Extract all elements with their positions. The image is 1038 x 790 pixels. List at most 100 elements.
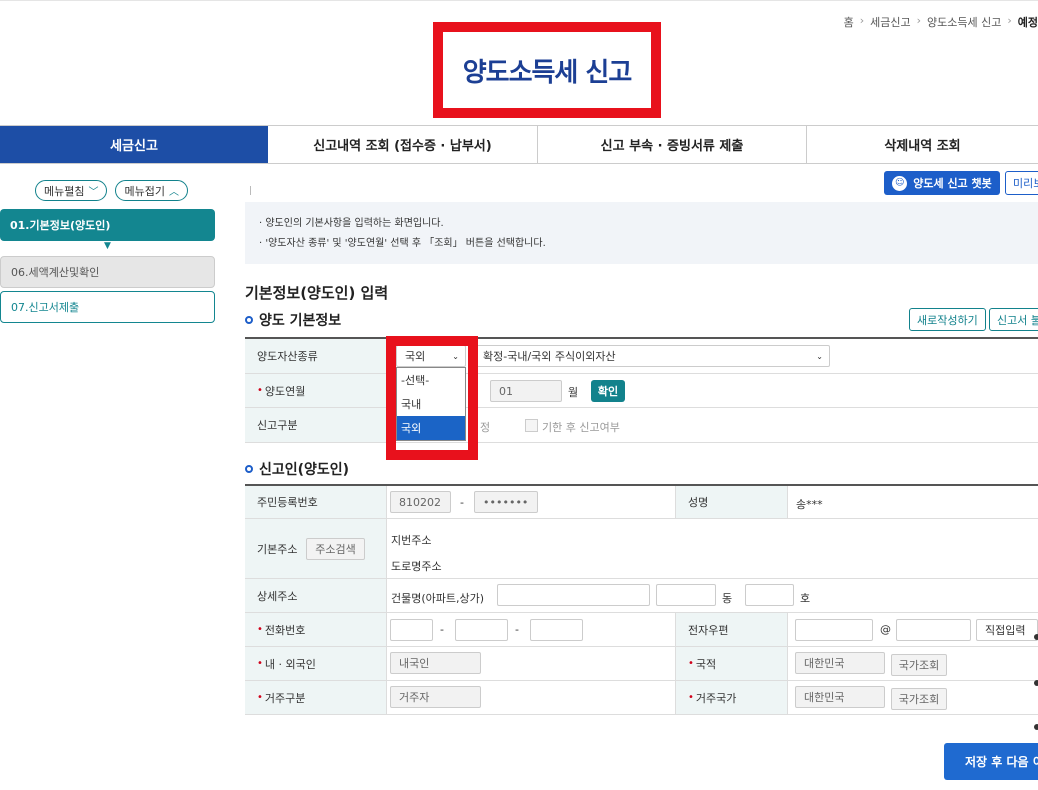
email-domain-input[interactable] [896,619,971,641]
scroll-indicator-dot [1034,680,1038,686]
chatbot-label: 양도세 신고 챗봇 [913,177,992,190]
notice-line: · 양도인의 기본사항을 입력하는 화면입니다. [259,218,444,229]
email-direct-select[interactable]: 직접입력 [976,619,1038,641]
phone-dash: - [440,623,444,636]
name-label: 성명 [675,486,788,518]
nationality-type-input[interactable]: 내국인 [390,652,481,674]
breadcrumb-separator-icon: › [859,14,865,27]
scroll-indicator-dot [1034,724,1038,730]
tab-report-history[interactable]: 신고내역 조회 (접수증 · 납부서) [268,126,538,163]
confirm-button[interactable]: 확인 [591,380,625,402]
residence-label: • 거주구분 [245,681,387,714]
road-address-label: 도로명주소 [391,560,442,573]
breadcrumb-capital-gains[interactable]: 양도소득세 신고 [927,14,1001,30]
basic-info-heading: 양도 기본정보 [245,310,341,330]
late-report-label: 기한 후 신고여부 [542,421,620,434]
reporter-table: 주민등록번호 810202 - ••••••• 성명 송*** 기본주소 주소검… [245,484,1038,715]
menu-expand-button[interactable]: 메뉴펼침 ﹀ [35,180,108,201]
table-row: 양도자산종류 국외 ⌄ 확정-국내/국외 주식이외자산 ⌄ [245,339,1038,374]
phone-label: • 전화번호 [245,613,387,646]
bullet-circle-icon [245,316,253,324]
rrn-dash: - [460,496,464,509]
jibun-address-label: 지번주소 [391,534,432,547]
page-title: 양도소득세 신고 [462,57,632,88]
table-row: • 거주구분 거주자 • 거주국가 대한민국 국가조회 [245,681,1038,715]
chatbot-icon: ☺ [892,175,908,191]
rrn-label: 주민등록번호 [245,486,387,518]
tab-attachments[interactable]: 신고 부속 · 증빙서류 제출 [538,126,807,163]
breadcrumb-tax-report[interactable]: 세금신고 [870,14,910,30]
month-unit: 월 [568,386,579,399]
month-input[interactable]: 01 [490,380,562,402]
email-id-input[interactable] [795,619,873,641]
section-title: 기본정보(양도인) 입력 [245,284,389,302]
rrn-back-input[interactable]: ••••••• [474,491,538,513]
phone-part1-input[interactable] [390,619,433,641]
breadcrumb-home[interactable]: 홈 [844,14,854,30]
address-search-button[interactable]: 주소검색 [306,538,365,560]
breadcrumb-current: 예정 [1017,16,1038,29]
notice-line: · '양도자산 종류' 및 '양도연월' 선택 후 「조회」 버튼을 선택합니다… [259,238,546,249]
report-type-label: 신고구분 [245,408,387,442]
asset-type-label: 양도자산종류 [245,339,387,373]
period-label: • 양도연월 [245,374,387,407]
building-label: 건물명(아파트,상가) [391,592,485,605]
nationality-label: • 국적 [675,647,788,680]
residence-country-search-button[interactable]: 국가조회 [891,688,947,710]
residence-input[interactable]: 거주자 [390,686,481,708]
table-row: • 전화번호 - - 전자우편 @ 직접입력 [245,613,1038,647]
report-type-partial: 정 [480,421,491,434]
sidebar-item-tax-calc[interactable]: 06.세액계산및확인 [0,256,215,288]
phone-dash: - [515,623,519,636]
rrn-front-input[interactable]: 810202 [390,491,451,513]
table-row: • 양도연월 01 월 확인 [245,374,1038,408]
table-row: 주민등록번호 810202 - ••••••• 성명 송*** [245,486,1038,519]
phone-part2-input[interactable] [455,619,508,641]
new-report-button[interactable]: 새로작성하기 [909,308,986,331]
chatbot-button[interactable]: ☺ 양도세 신고 챗봇 [884,171,1000,195]
residence-country-input[interactable]: 대한민국 [795,686,885,708]
basic-info-table: 양도자산종류 국외 ⌄ 확정-국내/국외 주식이외자산 ⌄ • 양도연월 01 월 확… [245,337,1038,443]
table-row: 기본주소 주소검색 지번주소 도로명주소 [245,519,1038,579]
save-next-button[interactable]: 저장 후 다음 이 [944,743,1038,780]
main-tabs: 세금신고 신고내역 조회 (접수증 · 납부서) 신고 부속 · 증빙서류 제출… [0,125,1038,164]
dong-input[interactable] [656,584,716,606]
name-value: 송*** [796,498,823,511]
breadcrumb: 홈 › 세금신고 › 양도소득세 신고 › 예정 [844,14,1038,30]
notice-box: · 양도인의 기본사항을 입력하는 화면입니다. · '양도자산 종류' 및 '… [245,202,1038,264]
reporter-title: 신고인(양도인) [259,462,350,478]
phone-part3-input[interactable] [530,619,583,641]
divider [250,186,251,195]
breadcrumb-separator-icon: › [1007,14,1012,27]
table-row: 신고구분 정 기한 후 신고여부 [245,408,1038,443]
late-report-checkbox[interactable] [525,419,538,432]
building-input[interactable] [497,584,650,606]
dong-label: 동 [722,592,733,605]
menu-toggle-group: 메뉴펼침 ﹀ 메뉴접기 ︿ [35,180,188,201]
nationality-search-button[interactable]: 국가조회 [891,654,947,676]
tab-deleted-history[interactable]: 삭제내역 조회 [807,126,1038,163]
ho-input[interactable] [745,584,794,606]
email-at: @ [880,623,891,636]
detail-address-label: 상세주소 [245,579,387,612]
menu-collapse-button[interactable]: 메뉴접기 ︿ [115,180,188,201]
basic-info-title: 양도 기본정보 [259,313,342,329]
residence-country-label: • 거주국가 [675,681,788,714]
sidebar-item-submit[interactable]: 07.신고서제출 [0,291,215,323]
table-row: • 내 · 외국인 내국인 • 국적 대한민국 국가조회 [245,647,1038,681]
scroll-indicator-dot [1034,634,1038,640]
step-arrow-down-icon: ▼ [104,241,111,251]
load-report-button[interactable]: 신고서 불 [989,308,1038,331]
tab-tax-report[interactable]: 세금신고 [0,126,268,163]
ho-label: 호 [800,592,811,605]
preview-button[interactable]: 미리보 [1005,171,1038,195]
asset-detail-select[interactable]: 확정-국내/국외 주식이외자산 ⌄ [474,345,830,367]
sidebar-item-basic-info[interactable]: 01.기본정보(양도인) [0,209,215,241]
menu-collapse-label: 메뉴접기 [124,184,165,198]
nationality-input[interactable]: 대한민국 [795,652,885,674]
dropdown-highlight [386,336,478,460]
reporter-heading: 신고인(양도인) [245,459,349,479]
chevron-down-icon: ⌄ [816,351,823,361]
email-label: 전자우편 [675,613,788,646]
nationality-type-label: • 내 · 외국인 [245,647,387,680]
